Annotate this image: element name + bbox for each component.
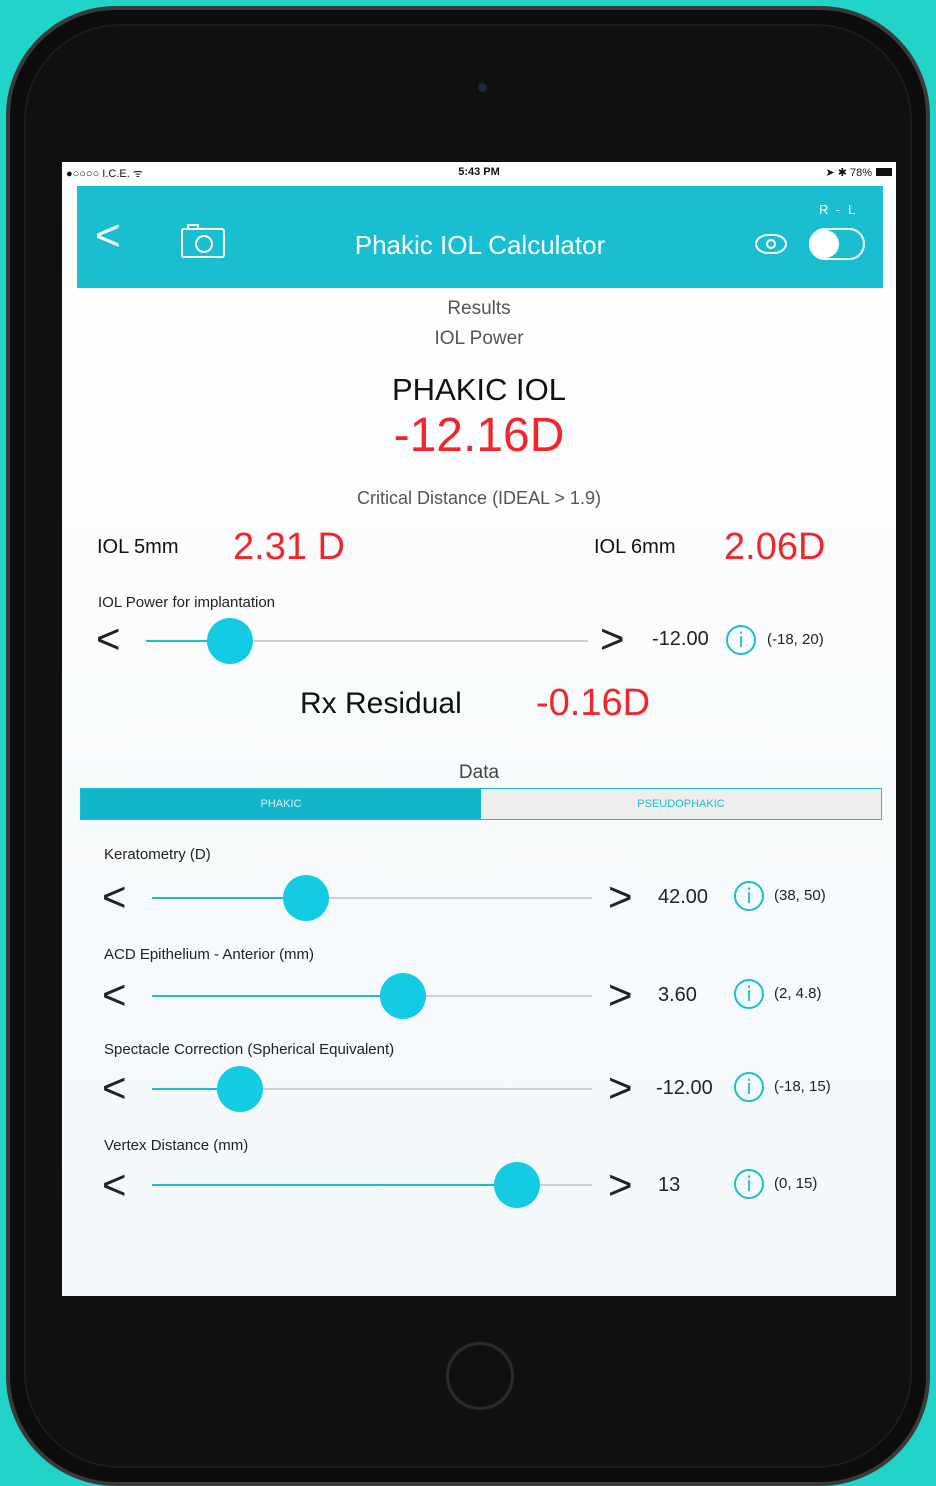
nav-bar: < Phakic IOL Calculator R - L [77, 186, 883, 288]
info-icon[interactable]: i [726, 625, 756, 655]
eye-toggle-label: R - L [819, 202, 858, 217]
implant-slider-thumb[interactable] [206, 618, 253, 664]
slider-range: (0, 15) [774, 1175, 818, 1192]
eye-icon[interactable] [755, 234, 787, 254]
implant-slider-range: (-18, 20) [767, 631, 824, 648]
slider-range: (2, 4.8) [774, 985, 822, 1002]
toggle-knob [811, 230, 839, 258]
app-screen: ●○○○○ I.C.E. ᯤ 5:43 PM ➤ ✱ 78% < Phakic … [62, 162, 896, 1296]
chevron-left-icon[interactable]: < [102, 974, 127, 1016]
results-heading: Results [447, 298, 511, 319]
info-icon[interactable]: i [734, 1072, 764, 1102]
chevron-right-icon[interactable]: > [608, 876, 633, 918]
slider-track[interactable] [152, 973, 592, 1019]
slider-thumb[interactable] [217, 1066, 263, 1112]
data-heading: Data [458, 762, 500, 783]
implant-slider-value: -12.00 [652, 628, 709, 650]
home-button[interactable] [446, 1342, 514, 1410]
slider-fill [152, 995, 403, 997]
front-camera [478, 83, 487, 92]
chevron-right-icon[interactable]: > [600, 618, 625, 660]
slider-value: -12.00 [656, 1077, 713, 1099]
critical-distance-label: Critical Distance (IDEAL > 1.9) [357, 488, 601, 508]
chevron-left-icon[interactable]: < [102, 1164, 127, 1206]
slider-thumb[interactable] [379, 973, 426, 1019]
tab-pseudophakic[interactable]: PSEUDOPHAKIC [481, 789, 881, 819]
chevron-left-icon[interactable]: < [102, 876, 127, 918]
chevron-right-icon[interactable]: > [608, 1067, 633, 1109]
clock: 5:43 PM [458, 166, 500, 178]
chevron-left-icon[interactable]: < [96, 618, 121, 660]
iol-6mm-value: 2.06D [724, 526, 826, 568]
battery-text: ➤ ✱ 78% [825, 167, 872, 179]
iol-power-subheading: IOL Power [434, 328, 524, 349]
slider-track[interactable] [152, 1162, 592, 1208]
slider-track[interactable] [152, 1066, 592, 1112]
rx-residual-value: -0.16D [536, 682, 651, 724]
slider-value: 3.60 [658, 984, 697, 1006]
slider-label: Spectacle Correction (Spherical Equivale… [104, 1041, 395, 1058]
status-bar: ●○○○○ I.C.E. ᯤ 5:43 PM ➤ ✱ 78% [62, 162, 896, 184]
phakic-iol-value: -12.16D [393, 409, 565, 462]
battery-icon [876, 168, 892, 176]
implant-slider-label: IOL Power for implantation [98, 594, 276, 611]
data-segmented-control: PHAKIC PSEUDOPHAKIC [80, 788, 882, 820]
info-icon[interactable]: i [734, 1169, 764, 1199]
iol-5mm-value: 2.31 D [233, 526, 345, 568]
slider-value: 13 [658, 1174, 681, 1196]
chevron-left-icon[interactable]: < [102, 1067, 127, 1109]
eye-side-toggle[interactable] [809, 228, 865, 260]
info-icon[interactable]: i [734, 979, 764, 1009]
tablet-device: ●○○○○ I.C.E. ᯤ 5:43 PM ➤ ✱ 78% < Phakic … [0, 0, 936, 1486]
slider-track[interactable] [152, 875, 592, 921]
slider-range: (-18, 15) [774, 1078, 831, 1095]
tab-phakic[interactable]: PHAKIC [81, 789, 481, 819]
phakic-iol-label: PHAKIC IOL [392, 372, 566, 407]
chevron-right-icon[interactable]: > [608, 1164, 633, 1206]
iol-6mm-label: IOL 6mm [594, 536, 676, 558]
slider-thumb[interactable] [283, 875, 329, 921]
slider-thumb[interactable] [494, 1162, 541, 1208]
slider-range: (38, 50) [774, 887, 826, 904]
chevron-right-icon[interactable]: > [608, 974, 633, 1016]
slider-value: 42.00 [658, 886, 709, 908]
rx-residual-label: Rx Residual [300, 687, 462, 720]
info-icon[interactable]: i [734, 881, 764, 911]
slider-label: Keratometry (D) [104, 846, 211, 863]
implant-slider-track[interactable] [146, 618, 588, 664]
slider-label: Vertex Distance (mm) [104, 1137, 249, 1154]
iol-5mm-label: IOL 5mm [97, 536, 179, 558]
slider-label: ACD Epithelium - Anterior (mm) [104, 946, 315, 963]
slider-fill [152, 1184, 518, 1186]
